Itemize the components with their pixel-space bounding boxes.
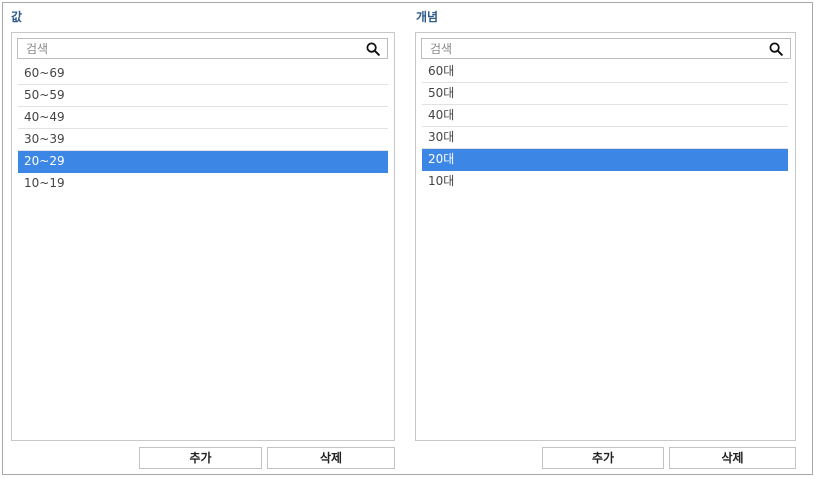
- concepts-delete-button[interactable]: 삭제: [669, 447, 796, 469]
- list-item-selected[interactable]: 20대: [422, 149, 788, 171]
- list-item-selected[interactable]: 20~29: [18, 151, 388, 173]
- list-item[interactable]: 60~69: [18, 63, 388, 85]
- list-item[interactable]: 60대: [422, 61, 788, 83]
- concepts-search-box: [421, 38, 791, 59]
- concepts-list: 60대 50대 40대 30대 20대 10대: [422, 61, 788, 192]
- list-item[interactable]: 40~49: [18, 107, 388, 129]
- list-item[interactable]: 30대: [422, 127, 788, 149]
- concepts-section-title: 개념: [416, 10, 439, 24]
- values-section-title: 값: [11, 10, 23, 24]
- concepts-search-input[interactable]: [430, 39, 758, 58]
- values-delete-button[interactable]: 삭제: [267, 447, 395, 469]
- list-item[interactable]: 50~59: [18, 85, 388, 107]
- values-list: 60~69 50~59 40~49 30~39 20~29 10~19: [18, 63, 388, 194]
- concepts-panel: 60대 50대 40대 30대 20대 10대: [415, 32, 796, 441]
- values-add-button[interactable]: 추가: [139, 447, 262, 469]
- search-icon[interactable]: [769, 42, 783, 56]
- search-icon[interactable]: [366, 42, 380, 56]
- list-item[interactable]: 50대: [422, 83, 788, 105]
- list-item[interactable]: 10대: [422, 171, 788, 192]
- concepts-add-button[interactable]: 추가: [542, 447, 664, 469]
- list-item[interactable]: 30~39: [18, 129, 388, 151]
- values-search-box: [17, 38, 388, 59]
- list-item[interactable]: 10~19: [18, 173, 388, 194]
- list-item[interactable]: 40대: [422, 105, 788, 127]
- values-search-input[interactable]: [26, 39, 355, 58]
- values-panel: 60~69 50~59 40~49 30~39 20~29 10~19: [11, 32, 395, 441]
